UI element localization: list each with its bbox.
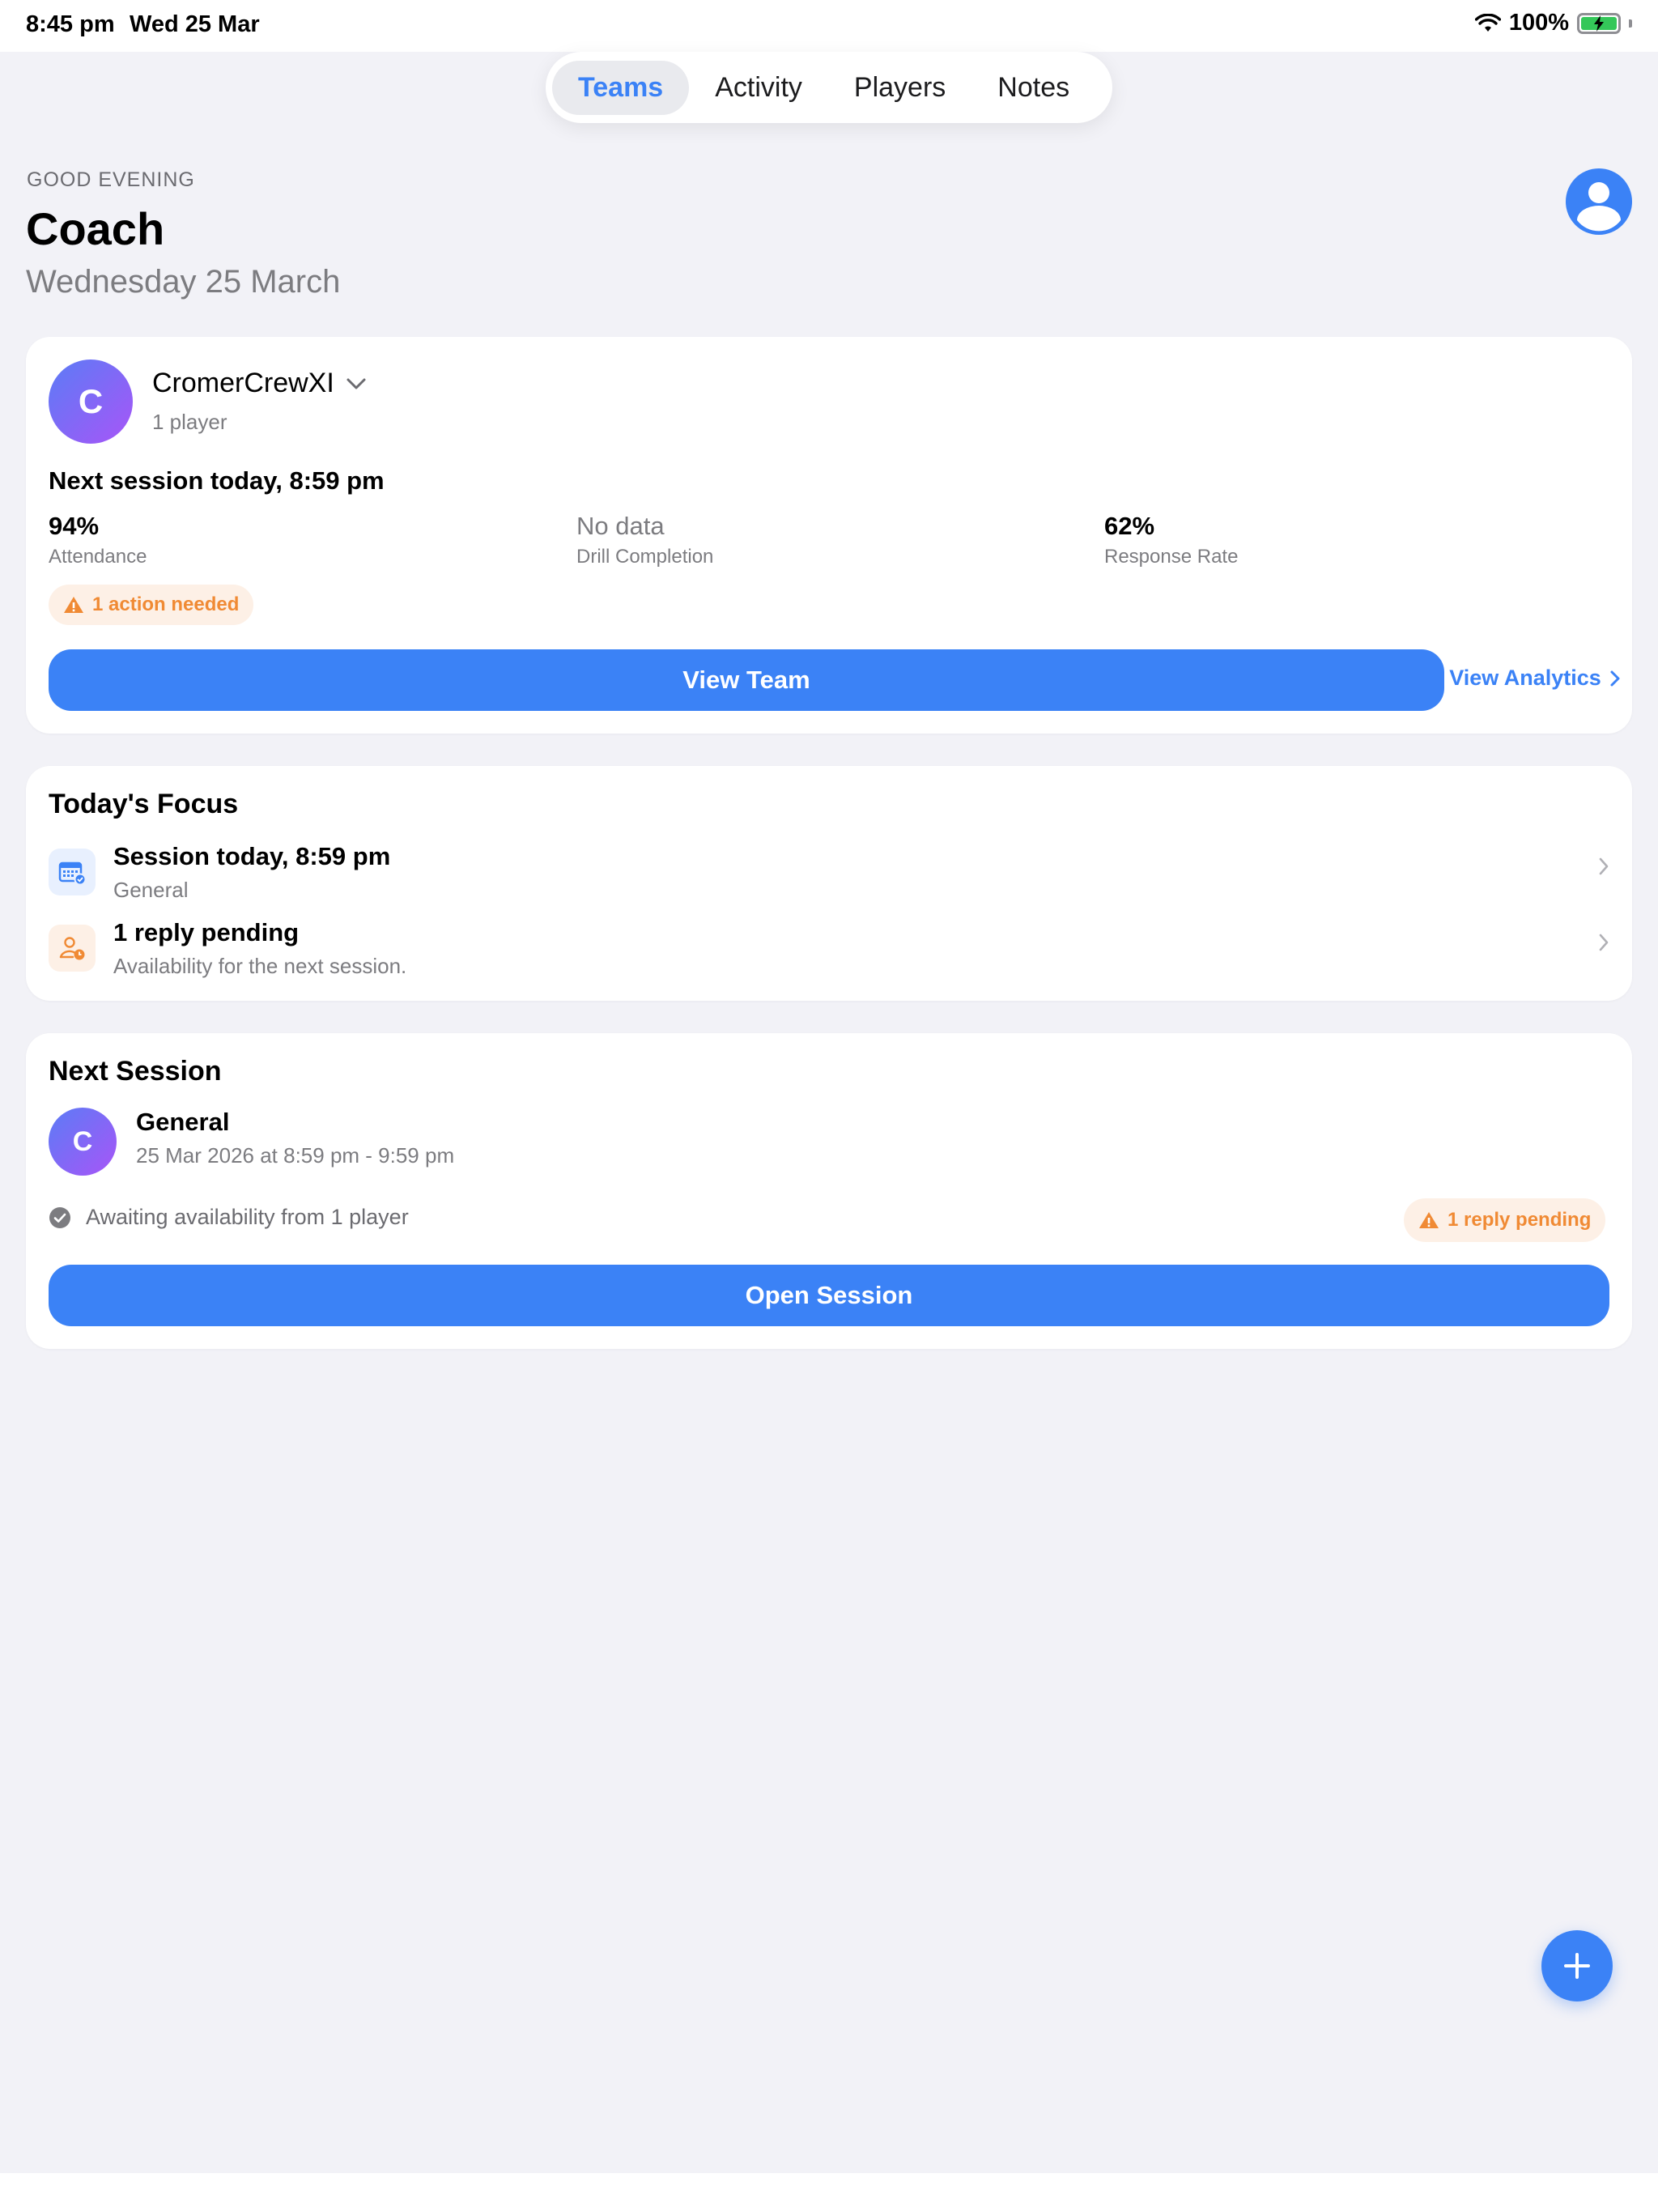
status-right: 100% [1474, 10, 1632, 36]
status-time: 8:45 pm [26, 11, 115, 37]
awaiting-availability: Awaiting availability from 1 player [49, 1205, 409, 1230]
action-needed-badge[interactable]: 1 action needed [49, 585, 254, 625]
session-avatar: C [49, 1108, 117, 1176]
next-session-title: Next Session [49, 1056, 222, 1087]
stat-value: 94% [49, 512, 100, 540]
top-tab-bar: Teams Activity Players Notes [546, 52, 1112, 123]
session-name: General [136, 1108, 230, 1136]
battery-tip [1629, 19, 1632, 28]
team-selector[interactable]: CromerCrewXI [152, 368, 367, 399]
tab-teams[interactable]: Teams [552, 60, 690, 115]
chevron-right-icon [1599, 857, 1609, 875]
warning-icon [1419, 1212, 1439, 1228]
focus-item-subtitle: General [113, 878, 189, 902]
stat-drill-completion: No data Drill Completion [576, 512, 713, 568]
session-time: 25 Mar 2026 at 8:59 pm - 9:59 pm [136, 1143, 455, 1168]
tab-activity[interactable]: Activity [689, 61, 828, 115]
stat-value: No data [576, 512, 665, 540]
plus-icon [1564, 1953, 1590, 1979]
team-name: CromerCrewXI [152, 368, 334, 398]
focus-item-subtitle: Availability for the next session. [113, 954, 407, 978]
stat-value: 62% [1104, 512, 1155, 540]
stat-label: Response Rate [1104, 546, 1239, 568]
team-card: C CromerCrewXI 1 player Next session tod… [26, 337, 1632, 734]
player-count: 1 player [152, 410, 227, 434]
person-clock-icon [49, 925, 96, 972]
stat-response-rate: 62% Response Rate [1104, 512, 1238, 568]
battery-percent: 100% [1508, 10, 1569, 36]
add-button[interactable] [1541, 1930, 1613, 2001]
view-analytics-link[interactable]: View Analytics [1438, 666, 1632, 691]
stat-attendance: 94% Attendance [49, 512, 147, 568]
checkmark-circle-icon [49, 1206, 70, 1228]
todays-focus-card: Today's Focus Session today, 8:59 pm Gen… [26, 766, 1632, 1001]
view-analytics-label: View Analytics [1449, 666, 1601, 690]
reply-pending-badge[interactable]: 1 reply pending [1404, 1198, 1606, 1242]
stat-label: Drill Completion [576, 546, 714, 568]
profile-button[interactable] [1566, 168, 1632, 235]
focus-item-title: 1 reply pending [113, 918, 300, 946]
bottom-bar [0, 2173, 1658, 2212]
next-session-card: Next Session C General 25 Mar 2026 at 8:… [26, 1033, 1632, 1349]
focus-item-title: Session today, 8:59 pm [113, 842, 391, 870]
status-date: Wed 25 Mar [130, 11, 260, 37]
stat-label: Attendance [49, 546, 147, 568]
team-avatar: C [49, 359, 133, 444]
person-icon [1577, 182, 1621, 232]
next-session-line: Next session today, 8:59 pm [49, 466, 385, 495]
chevron-down-icon [346, 378, 366, 389]
date-subtitle: Wednesday 25 March [26, 264, 341, 300]
greeting-text: GOOD EVENING [27, 168, 195, 191]
awaiting-text: Awaiting availability from 1 player [86, 1205, 409, 1229]
battery-icon [1577, 12, 1621, 34]
focus-item-reply[interactable]: 1 reply pending Availability for the nex… [49, 918, 1609, 988]
reply-pending-label: 1 reply pending [1448, 1209, 1592, 1231]
action-needed-label: 1 action needed [92, 593, 240, 615]
page-title: Coach [26, 203, 165, 254]
focus-title: Today's Focus [49, 789, 239, 819]
status-bar: 8:45 pm Wed 25 Mar 100% [0, 0, 1658, 52]
view-team-button[interactable]: View Team [49, 649, 1444, 711]
tab-players[interactable]: Players [828, 61, 971, 115]
chevron-right-icon [1599, 934, 1609, 951]
wifi-icon [1474, 13, 1501, 32]
open-session-button[interactable]: Open Session [49, 1265, 1609, 1326]
calendar-icon [49, 849, 96, 895]
chevron-right-icon [1610, 670, 1620, 686]
tab-notes[interactable]: Notes [971, 61, 1095, 115]
warning-icon [64, 597, 83, 613]
focus-item-session[interactable]: Session today, 8:59 pm General [49, 842, 1609, 912]
